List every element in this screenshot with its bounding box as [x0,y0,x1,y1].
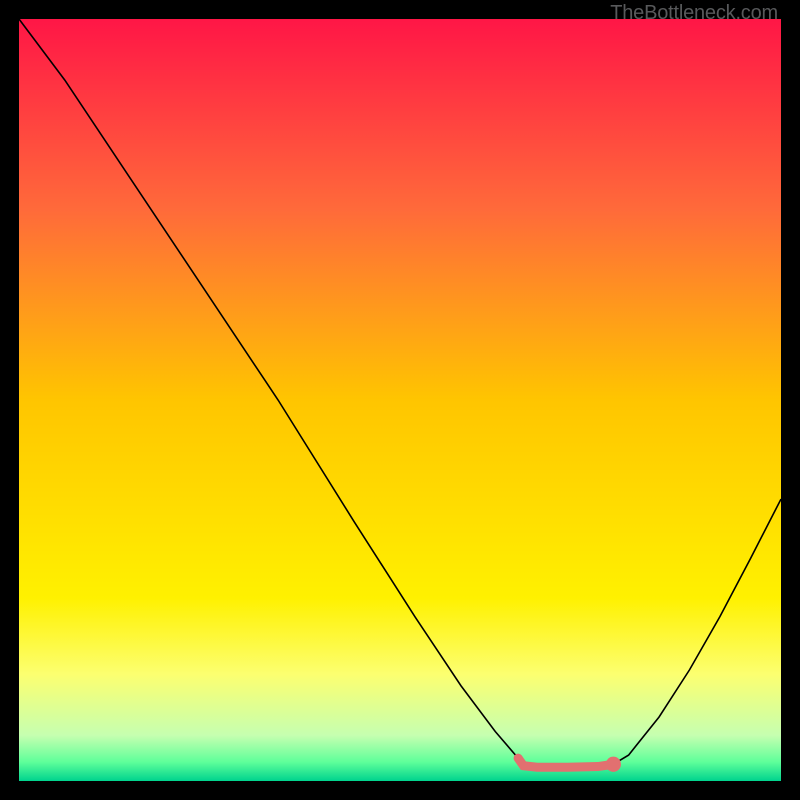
watermark-text: TheBottleneck.com [610,2,778,25]
chart-svg [19,19,781,781]
marker-endpoint_marker [606,757,621,772]
chart-frame [19,19,781,781]
gradient-background [19,19,781,781]
